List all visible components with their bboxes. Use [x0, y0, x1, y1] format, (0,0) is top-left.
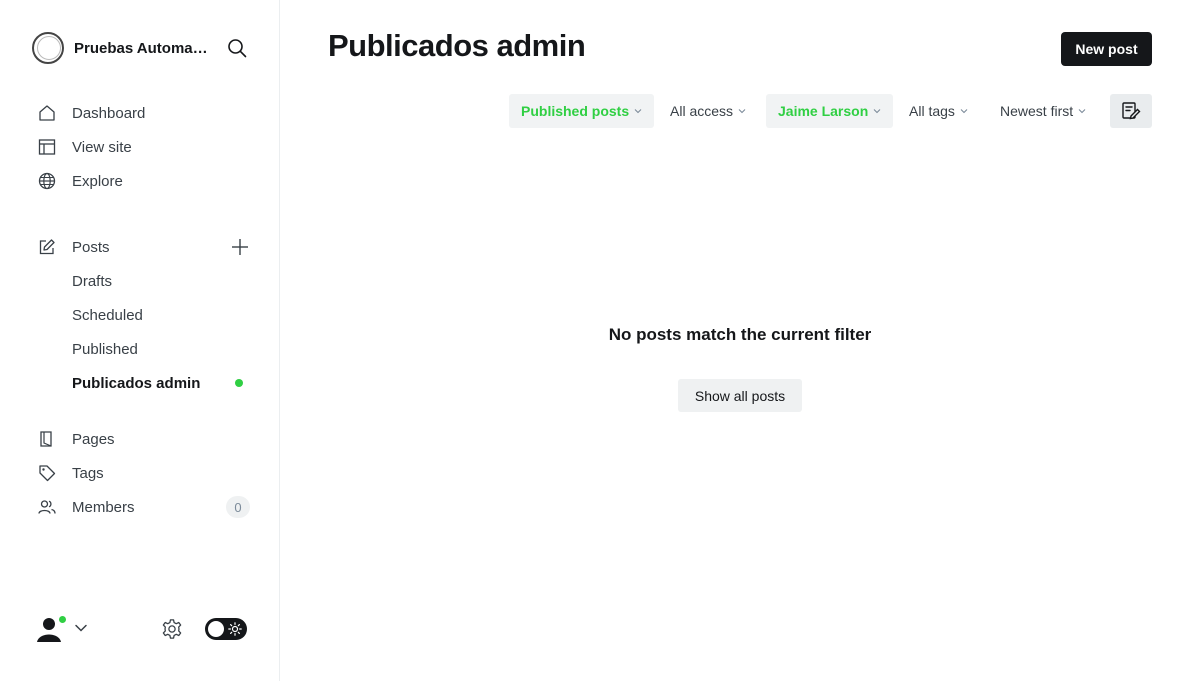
page-title: Publicados admin: [328, 28, 586, 63]
chevron-down-icon: [738, 109, 746, 114]
sidebar: Pruebas Automatizadas Dashboard View sit…: [0, 0, 280, 681]
nav-dashboard[interactable]: Dashboard: [32, 96, 250, 130]
members-count-badge: 0: [226, 496, 250, 518]
nav-published[interactable]: Published: [32, 332, 250, 366]
filter-label: Published posts: [521, 103, 630, 119]
nav-label: Published: [72, 340, 138, 358]
chevron-down-icon[interactable]: [74, 621, 88, 635]
chevron-down-icon: [873, 109, 881, 114]
nav-members[interactable]: Members 0: [32, 490, 250, 524]
nav-posts[interactable]: Posts: [32, 230, 250, 264]
theme-toggle[interactable]: [205, 618, 247, 640]
edit-view-button[interactable]: [1110, 94, 1152, 128]
site-logo[interactable]: [32, 32, 64, 64]
nav-label: Members: [72, 498, 135, 516]
tag-icon: [38, 464, 56, 482]
posts-nav: Posts Drafts Scheduled Published Publica…: [32, 230, 250, 400]
nav-label: Pages: [72, 430, 115, 448]
layout-icon: [38, 138, 56, 156]
members-icon: [38, 498, 56, 516]
search-icon[interactable]: [226, 37, 248, 59]
new-post-button[interactable]: New post: [1061, 32, 1152, 66]
site-brand: Pruebas Automatizadas: [32, 32, 248, 64]
filter-label: Jaime Larson: [778, 103, 869, 119]
chevron-down-icon: [960, 109, 968, 114]
main-nav: Dashboard View site Explore: [32, 96, 250, 198]
filter-author[interactable]: Jaime Larson: [766, 94, 894, 128]
list-edit-icon: [1122, 102, 1141, 120]
home-icon: [38, 104, 56, 122]
nav-label: Drafts: [72, 272, 113, 290]
nav-label: Posts: [72, 238, 110, 256]
nav-tags[interactable]: Tags: [32, 456, 250, 490]
nav-label: Tags: [72, 464, 104, 482]
online-status-dot: [57, 614, 68, 625]
nav-pages[interactable]: Pages: [32, 422, 250, 456]
nav-label: Explore: [72, 172, 123, 190]
filter-label: Newest first: [1000, 103, 1074, 119]
filter-access[interactable]: All access: [658, 94, 758, 128]
chevron-down-icon: [1078, 109, 1086, 114]
empty-state-message: No posts match the current filter: [608, 325, 872, 344]
nav-label: Publicados admin: [72, 374, 201, 392]
filter-post-type[interactable]: Published posts: [509, 94, 655, 128]
chevron-down-icon: [634, 109, 642, 114]
filter-label: All tags: [909, 103, 955, 119]
page-icon: [38, 430, 56, 448]
site-title[interactable]: Pruebas Automatizadas: [74, 40, 212, 57]
nav-view-site[interactable]: View site: [32, 130, 250, 164]
filter-tags[interactable]: All tags: [897, 94, 980, 128]
avatar[interactable]: [32, 612, 68, 646]
filter-sort[interactable]: Newest first: [988, 94, 1098, 128]
filter-label: All access: [670, 103, 734, 119]
nav-label: View site: [72, 138, 132, 156]
toggle-knob: [208, 621, 224, 637]
sun-icon: [228, 622, 242, 636]
sidebar-footer: [32, 610, 248, 648]
nav-scheduled[interactable]: Scheduled: [32, 298, 250, 332]
gear-icon[interactable]: [161, 618, 185, 642]
nav-publicados-admin[interactable]: Publicados admin: [32, 366, 250, 400]
nav-label: Dashboard: [72, 104, 146, 122]
nav-drafts[interactable]: Drafts: [32, 264, 250, 298]
nav-explore[interactable]: Explore: [32, 164, 250, 198]
add-post-icon[interactable]: [230, 237, 250, 257]
nav-label: Scheduled: [72, 306, 143, 324]
edit-icon: [38, 238, 56, 256]
secondary-nav: Pages Tags Members 0: [32, 422, 250, 524]
globe-icon: [38, 172, 56, 190]
active-indicator-dot: [235, 379, 243, 387]
show-all-posts-button[interactable]: Show all posts: [678, 379, 802, 412]
